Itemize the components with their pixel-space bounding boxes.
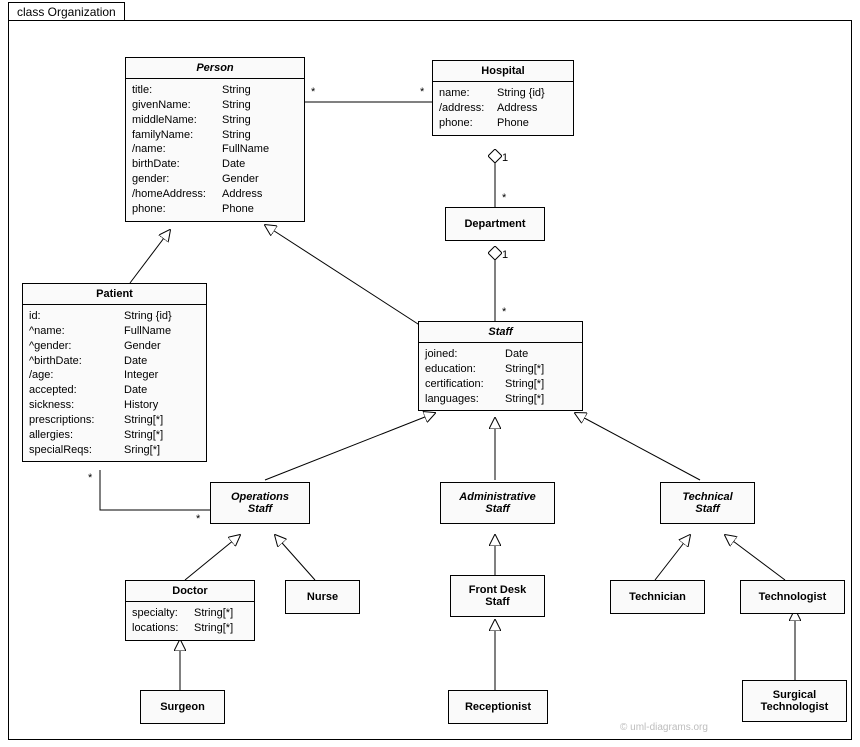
mult-patient-ops-ops: * [196,513,200,525]
class-surgtech: Surgical Technologist [742,680,847,722]
mult-hospital-dept-1: 1 [502,152,508,164]
class-frontdesk-name: Front Desk Staff [451,576,544,616]
class-person: Person title:String givenName:String mid… [125,57,305,222]
class-person-name: Person [126,58,304,79]
mult-dept-staff-1: 1 [502,249,508,261]
class-surgeon-name: Surgeon [141,691,224,723]
mult-hospital-dept-star: * [502,192,506,204]
watermark: © uml-diagrams.org [620,722,708,733]
class-receptionist: Receptionist [448,690,548,724]
class-surgeon: Surgeon [140,690,225,724]
class-adminstaff: Administrative Staff [440,482,555,524]
class-doctor-name: Doctor [126,581,254,602]
class-receptionist-name: Receptionist [449,691,547,723]
mult-person-hospital-hospital: * [420,86,424,98]
class-technologist: Technologist [740,580,845,614]
class-techstaff: Technical Staff [660,482,755,524]
class-patient-name: Patient [23,284,206,305]
class-doctor: Doctor specialty:String[*] locations:Str… [125,580,255,641]
class-nurse-name: Nurse [286,581,359,613]
class-technician: Technician [610,580,705,614]
class-staff: Staff joined:Date education:String[*] ce… [418,321,583,411]
class-doctor-attrs: specialty:String[*] locations:String[*] [126,602,254,640]
mult-person-hospital-person: * [311,86,315,98]
diagram-canvas: class Organization [0,0,860,747]
class-hospital: Hospital name:String {id} /address:Addre… [432,60,574,136]
class-hospital-name: Hospital [433,61,573,82]
class-technologist-name: Technologist [741,581,844,613]
class-staff-name: Staff [419,322,582,343]
class-nurse: Nurse [285,580,360,614]
class-staff-attrs: joined:Date education:String[*] certific… [419,343,582,410]
class-patient: Patient id:String {id} ^name:FullName ^g… [22,283,207,462]
package-tab: class Organization [8,2,125,21]
class-opsstaff: Operations Staff [210,482,310,524]
class-surgtech-name: Surgical Technologist [743,681,846,721]
mult-dept-staff-star: * [502,306,506,318]
class-technician-name: Technician [611,581,704,613]
package-name: class Organization [17,5,116,19]
class-department-name: Department [446,208,544,240]
class-techstaff-name: Technical Staff [661,483,754,523]
mult-patient-ops-patient: * [88,472,92,484]
class-hospital-attrs: name:String {id} /address:Address phone:… [433,82,573,135]
class-opsstaff-name: Operations Staff [211,483,309,523]
class-adminstaff-name: Administrative Staff [441,483,554,523]
class-department: Department [445,207,545,241]
class-frontdesk: Front Desk Staff [450,575,545,617]
class-patient-attrs: id:String {id} ^name:FullName ^gender:Ge… [23,305,206,461]
class-person-attrs: title:String givenName:String middleName… [126,79,304,221]
